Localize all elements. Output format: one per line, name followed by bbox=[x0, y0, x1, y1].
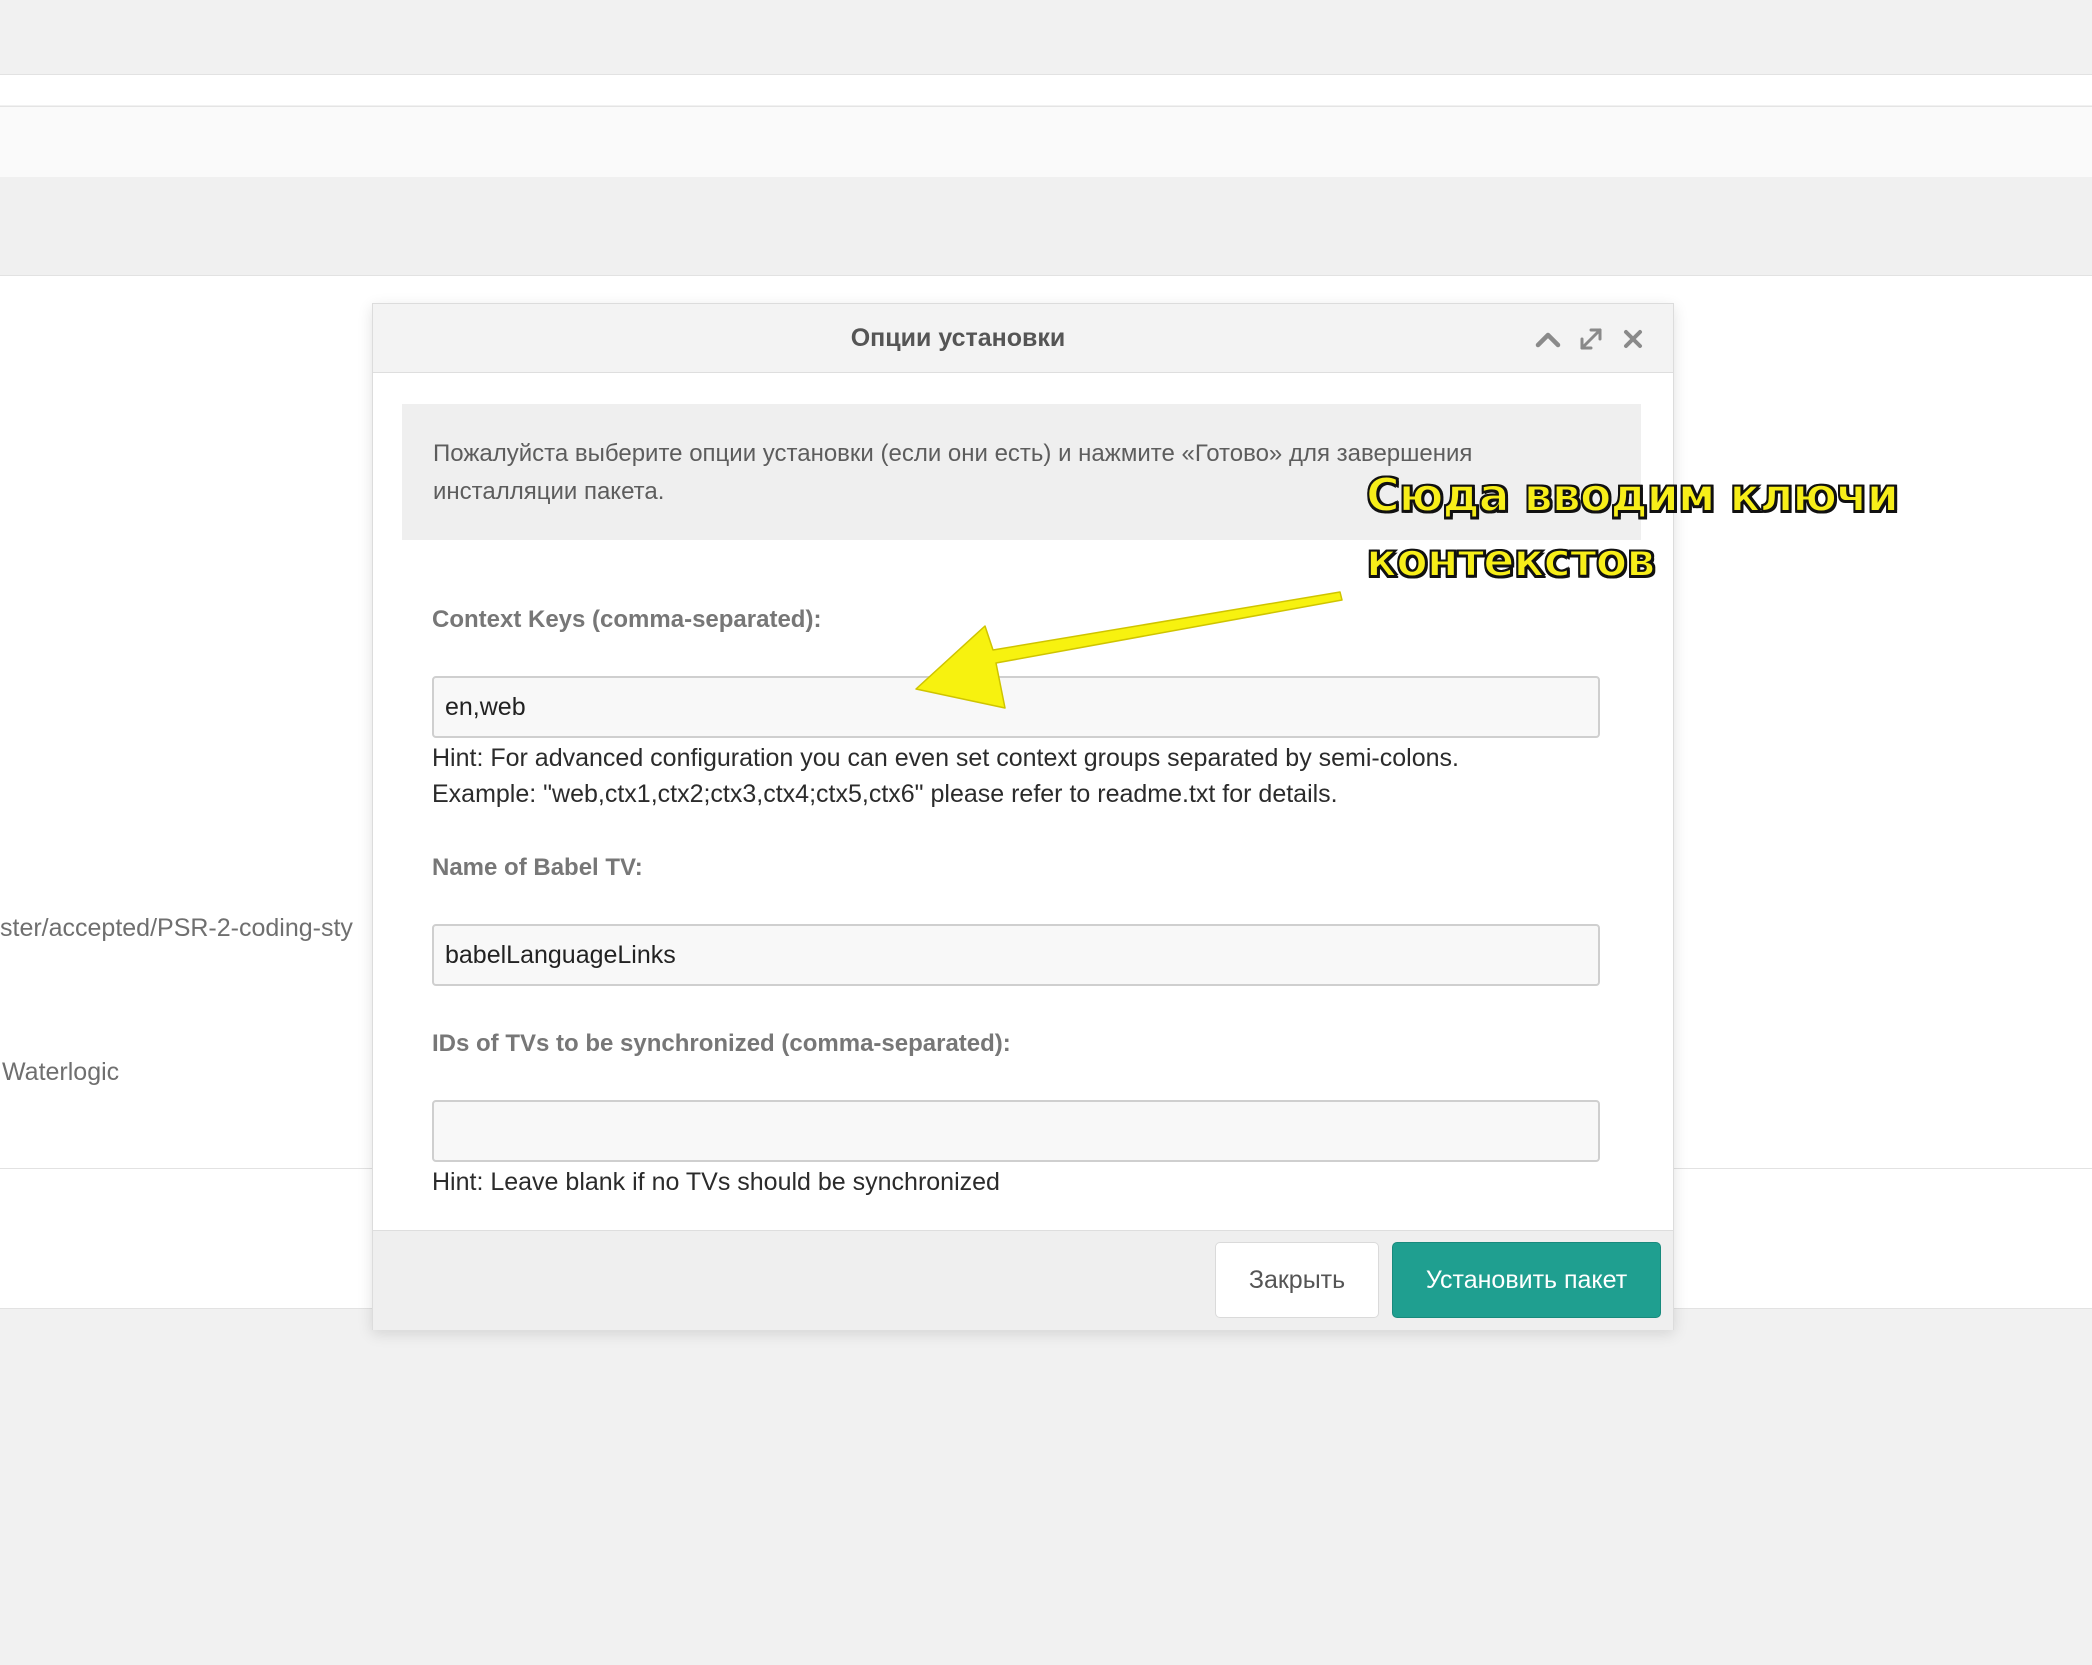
annotation-arrow-icon bbox=[915, 591, 1343, 709]
annotation-caption: Сюда вводим ключи контекстов bbox=[1365, 467, 1900, 588]
